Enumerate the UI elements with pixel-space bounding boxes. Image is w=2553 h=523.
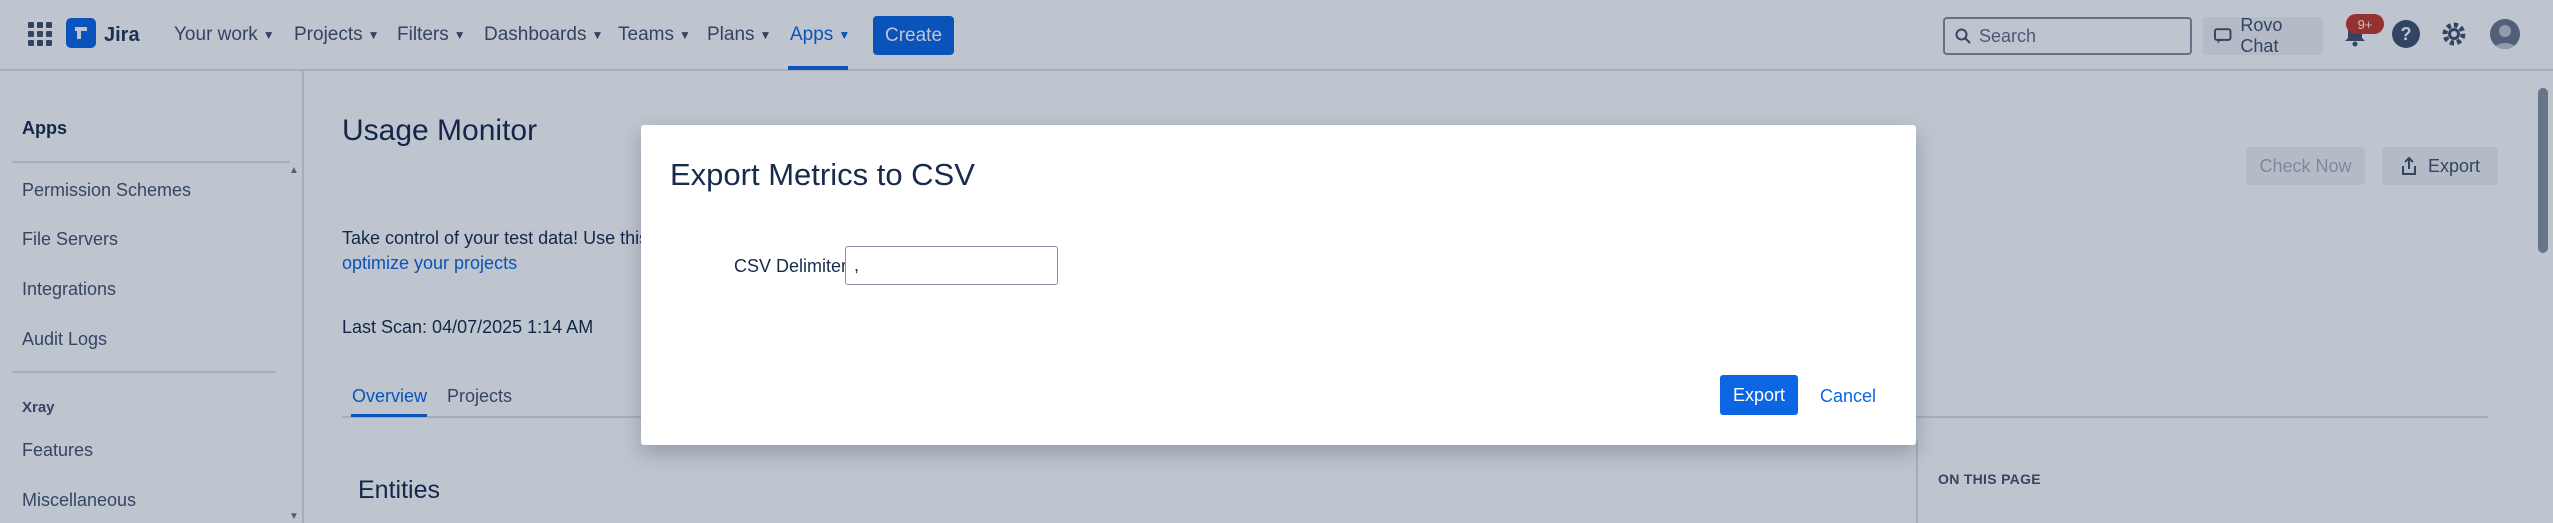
export-csv-dialog: Export Metrics to CSV CSV Delimiter Expo… — [641, 125, 1916, 445]
dialog-export-button[interactable]: Export — [1720, 375, 1798, 415]
csv-delimiter-label: CSV Delimiter — [734, 256, 848, 276]
dialog-title: Export Metrics to CSV — [670, 157, 975, 192]
csv-delimiter-input[interactable] — [845, 246, 1058, 285]
dialog-cancel-button[interactable]: Cancel — [1820, 386, 1876, 407]
